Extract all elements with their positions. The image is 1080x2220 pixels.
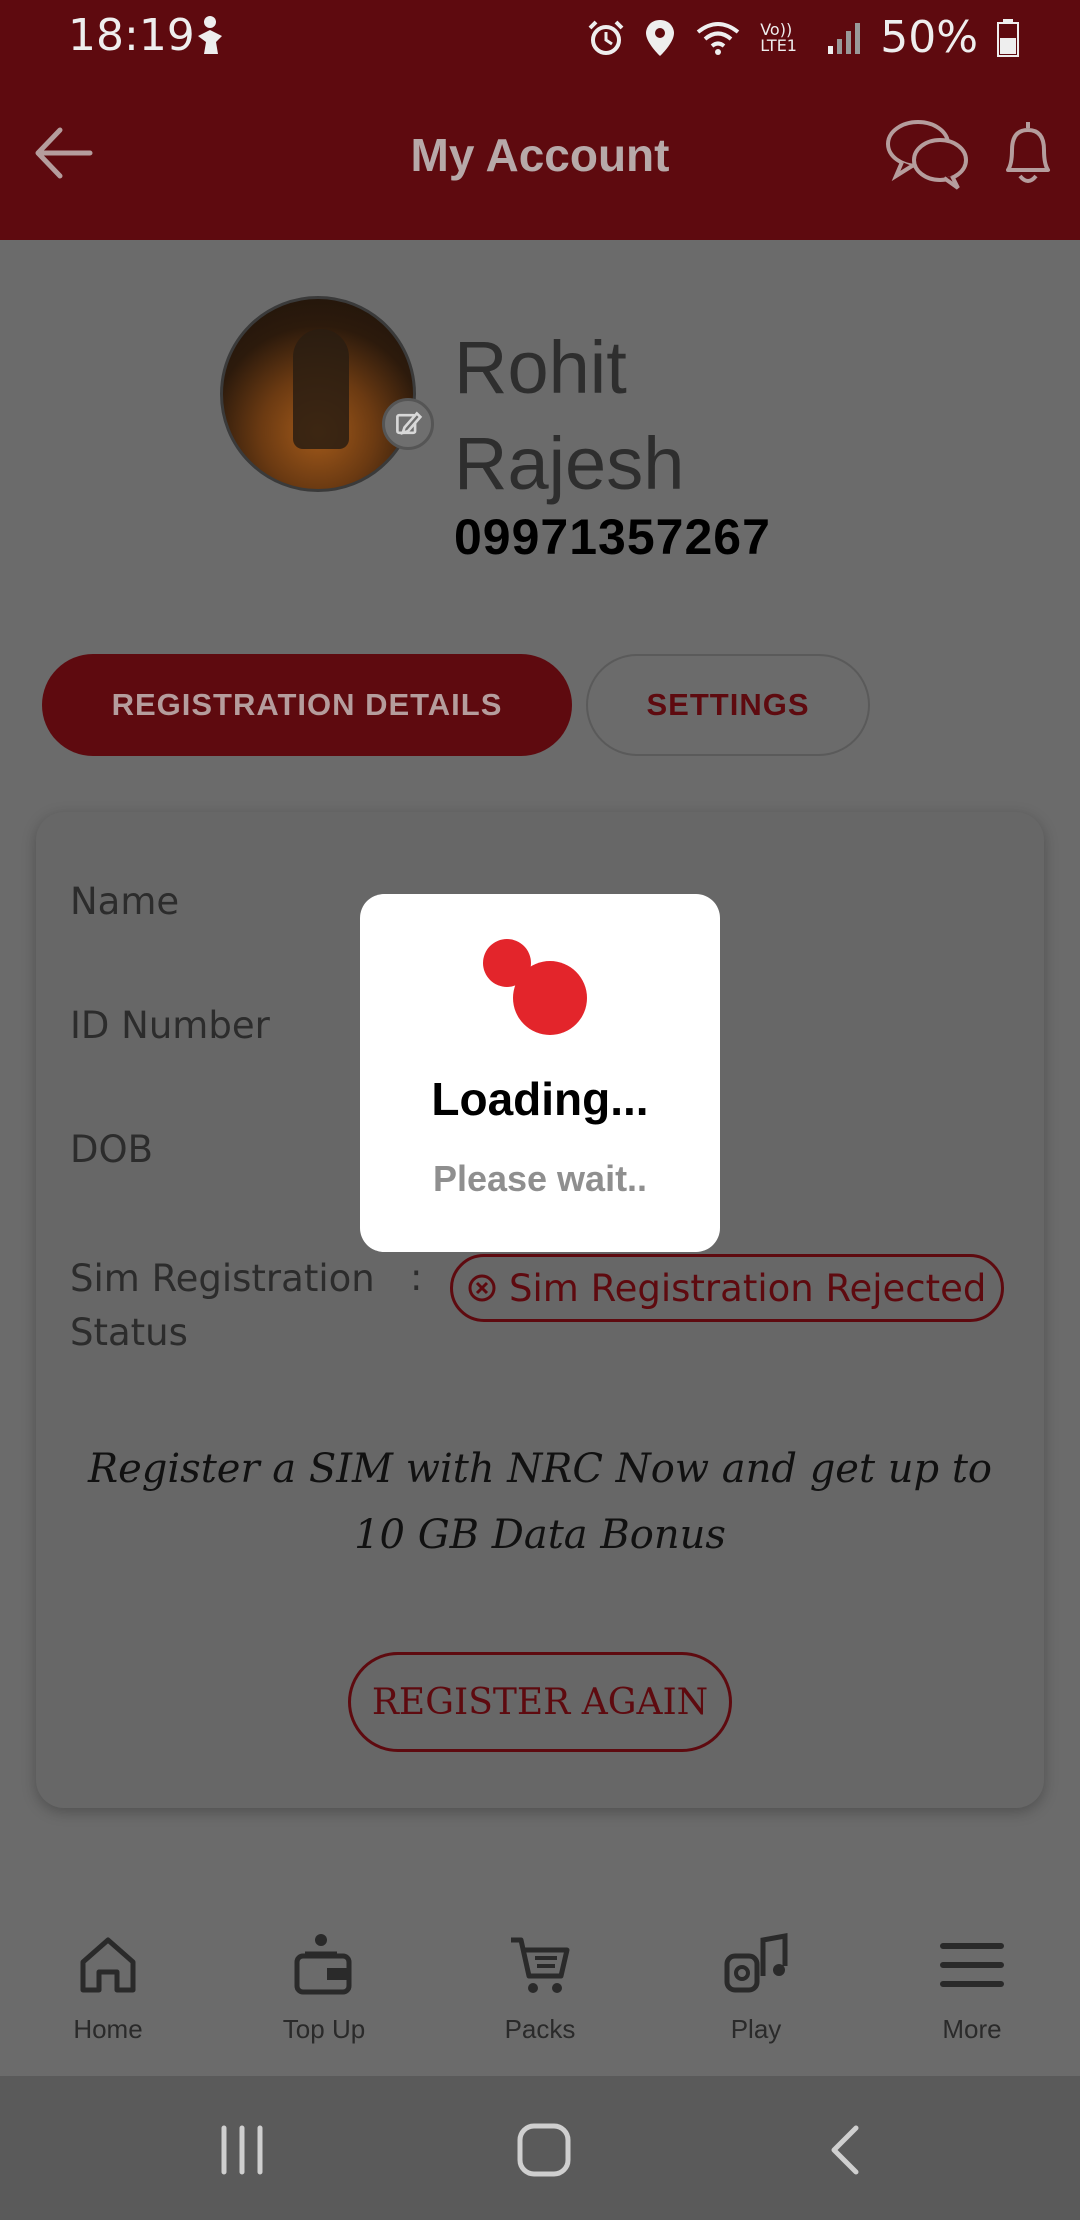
recent-apps-icon[interactable] <box>212 2122 272 2178</box>
status-time: 18:19 <box>68 10 195 61</box>
menu-icon <box>940 1943 1004 1987</box>
profile-phone: 09971357267 <box>454 509 771 565</box>
id-number-label: ID Number <box>70 1004 270 1047</box>
avatar[interactable] <box>220 296 416 492</box>
notification-bell-icon[interactable] <box>998 118 1058 188</box>
edit-avatar-icon[interactable] <box>382 398 434 450</box>
back-button-icon[interactable] <box>816 2122 876 2178</box>
nav-play[interactable]: Play <box>648 1888 864 2076</box>
nav-home-label: Home <box>73 2014 143 2044</box>
signal-icon <box>828 22 861 54</box>
cart-icon <box>511 1937 570 1993</box>
system-nav-bar <box>0 2076 1080 2220</box>
home-button-icon[interactable] <box>514 2122 574 2178</box>
promo-text: Register a SIM with NRC Now and get up t… <box>87 1446 993 1558</box>
status-badge: Sim Registration Rejected <box>450 1254 1004 1322</box>
status-value: Sim Registration Rejected <box>509 1266 987 1310</box>
wallet-icon <box>294 1934 352 1995</box>
profile-first-name: Rohit <box>454 326 627 409</box>
battery-percent: 50% <box>880 12 978 63</box>
nav-top-up[interactable]: Top Up <box>216 1888 432 2076</box>
network-type: Vo)) LTE1 <box>760 19 797 55</box>
nav-more[interactable]: More <box>864 1888 1080 2076</box>
alarm-icon <box>588 20 624 55</box>
bottom-nav: Home Top Up Packs Play More <box>0 1888 1080 2076</box>
nav-packs-label: Packs <box>504 2014 576 2044</box>
loading-spinner-icon <box>483 939 587 1035</box>
sim-status-label: Sim Registration Status <box>70 1257 375 1354</box>
loading-title: Loading... <box>431 1073 649 1125</box>
child-mode-icon <box>198 16 222 54</box>
status-bar: 18:19 Vo)) LTE1 50% <box>0 0 1080 76</box>
nav-packs[interactable]: Packs <box>432 1888 648 2076</box>
home-icon <box>80 1937 136 1993</box>
dob-label: DOB <box>70 1128 153 1171</box>
loading-subtitle: Please wait.. <box>432 1158 648 1199</box>
tab-registration-details[interactable]: REGISTRATION DETAILS <box>42 654 572 756</box>
rejected-icon <box>468 1274 496 1302</box>
app-bar: My Account <box>0 76 1080 240</box>
chat-icon[interactable] <box>884 116 970 192</box>
wifi-icon <box>696 21 740 55</box>
profile-name: Rohit Rajesh <box>454 320 854 512</box>
tab-settings[interactable]: SETTINGS <box>586 654 870 756</box>
nav-play-label: Play <box>730 2014 782 2044</box>
loading-dialog: Loading... Please wait.. <box>360 894 720 1252</box>
location-icon <box>646 19 675 56</box>
nav-home[interactable]: Home <box>0 1888 216 2076</box>
nav-top-up-label: Top Up <box>282 2014 366 2044</box>
nav-more-label: More <box>942 2014 1002 2044</box>
register-again-button[interactable]: REGISTER AGAIN <box>348 1652 732 1752</box>
music-icon <box>724 1933 788 1993</box>
profile-last-name: Rajesh <box>454 422 685 505</box>
name-label: Name <box>70 880 180 923</box>
colon: : <box>410 1256 423 1299</box>
battery-icon <box>997 18 1019 57</box>
